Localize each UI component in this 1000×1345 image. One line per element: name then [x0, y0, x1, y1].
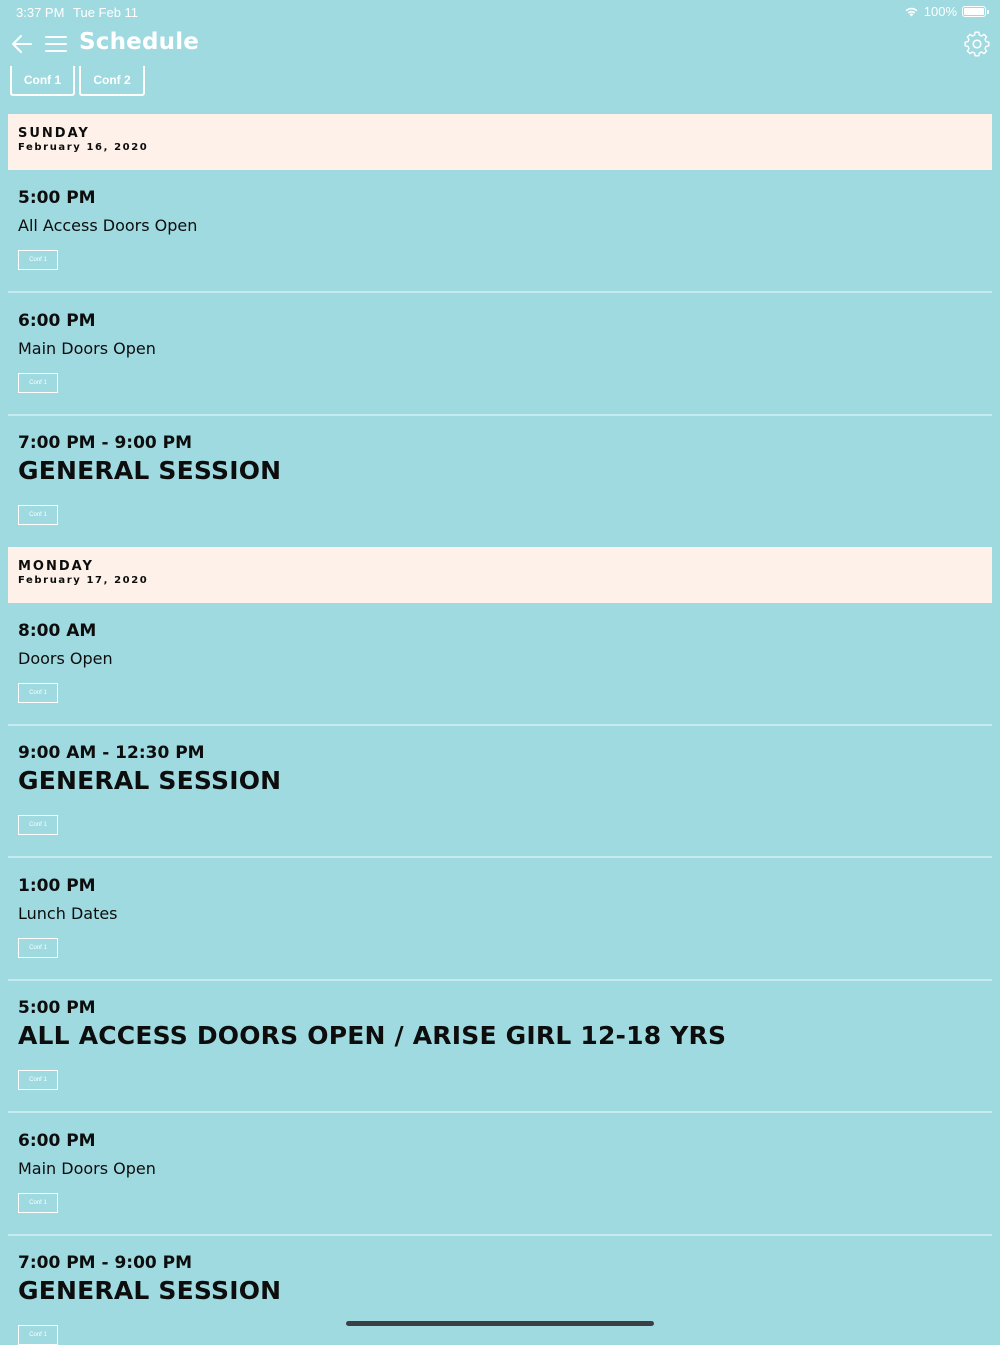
status-bar: 3:37 PM Tue Feb 11 100%: [0, 0, 1000, 24]
schedule-event[interactable]: 5:00 PM ALL ACCESS DOORS OPEN / ARISE GI…: [8, 981, 992, 1113]
schedule-event[interactable]: 9:00 AM - 12:30 PM GENERAL SESSION Conf …: [8, 726, 992, 858]
tab-conf-1[interactable]: Conf 1: [10, 66, 75, 96]
event-conference-tag: Conf 1: [18, 373, 58, 393]
page-title: Schedule: [79, 29, 200, 55]
day-name: SUNDAY: [18, 126, 90, 141]
schedule-event[interactable]: 8:00 AM Doors Open Conf 1: [8, 603, 992, 726]
event-time: 9:00 AM - 12:30 PM: [18, 743, 205, 763]
event-title: GENERAL SESSION: [18, 1276, 282, 1305]
tab-conf-2[interactable]: Conf 2: [79, 66, 145, 96]
back-arrow-icon[interactable]: [10, 32, 34, 56]
event-conference-tag: Conf 1: [18, 1325, 58, 1345]
event-time: 5:00 PM: [18, 998, 96, 1018]
event-title: Main Doors Open: [18, 339, 156, 358]
event-time: 6:00 PM: [18, 1131, 96, 1151]
status-time: 3:37 PM: [16, 5, 65, 20]
gear-icon[interactable]: [964, 31, 990, 57]
nav-bar: Schedule: [0, 26, 1000, 64]
event-time: 6:00 PM: [18, 311, 96, 331]
event-conference-tag: Conf 1: [18, 1193, 58, 1213]
event-title: ALL ACCESS DOORS OPEN / ARISE GIRL 12-18…: [18, 1021, 727, 1050]
schedule-list: SUNDAY February 16, 2020 5:00 PM All Acc…: [8, 114, 992, 1345]
day-header: SUNDAY February 16, 2020: [8, 114, 992, 170]
event-conference-tag: Conf 1: [18, 505, 58, 525]
battery-level: [964, 8, 984, 15]
schedule-event[interactable]: 6:00 PM Main Doors Open Conf 1: [8, 1113, 992, 1236]
event-title: GENERAL SESSION: [18, 766, 282, 795]
event-title: Main Doors Open: [18, 1159, 156, 1178]
schedule-event[interactable]: 1:00 PM Lunch Dates Conf 1: [8, 858, 992, 981]
event-title: Lunch Dates: [18, 904, 118, 923]
event-time: 1:00 PM: [18, 876, 96, 896]
battery-icon: [962, 6, 989, 17]
home-indicator[interactable]: [346, 1321, 654, 1326]
event-title: GENERAL SESSION: [18, 456, 282, 485]
event-conference-tag: Conf 1: [18, 250, 58, 270]
event-title: Doors Open: [18, 649, 113, 668]
event-time: 8:00 AM: [18, 621, 97, 641]
event-conference-tag: Conf 1: [18, 1070, 58, 1090]
status-indicators: 100%: [904, 4, 989, 19]
day-header: MONDAY February 17, 2020: [8, 547, 992, 603]
event-time: 5:00 PM: [18, 188, 96, 208]
event-time: 7:00 PM - 9:00 PM: [18, 1253, 193, 1273]
battery-percent: 100%: [923, 4, 957, 19]
event-conference-tag: Conf 1: [18, 938, 58, 958]
day-date: February 16, 2020: [18, 142, 149, 153]
event-title: All Access Doors Open: [18, 216, 198, 235]
schedule-event[interactable]: 6:00 PM Main Doors Open Conf 1: [8, 293, 992, 416]
wifi-icon: [905, 7, 918, 17]
event-conference-tag: Conf 1: [18, 815, 58, 835]
conference-filter-tabs: Conf 1 Conf 2: [10, 66, 145, 96]
event-conference-tag: Conf 1: [18, 683, 58, 703]
status-date: Tue Feb 11: [73, 5, 139, 20]
event-time: 7:00 PM - 9:00 PM: [18, 433, 193, 453]
day-name: MONDAY: [18, 559, 94, 574]
schedule-event[interactable]: 5:00 PM All Access Doors Open Conf 1: [8, 170, 992, 293]
schedule-event[interactable]: 7:00 PM - 9:00 PM GENERAL SESSION Conf 1: [8, 416, 992, 547]
hamburger-menu-icon[interactable]: [44, 32, 68, 56]
day-date: February 17, 2020: [18, 575, 149, 586]
